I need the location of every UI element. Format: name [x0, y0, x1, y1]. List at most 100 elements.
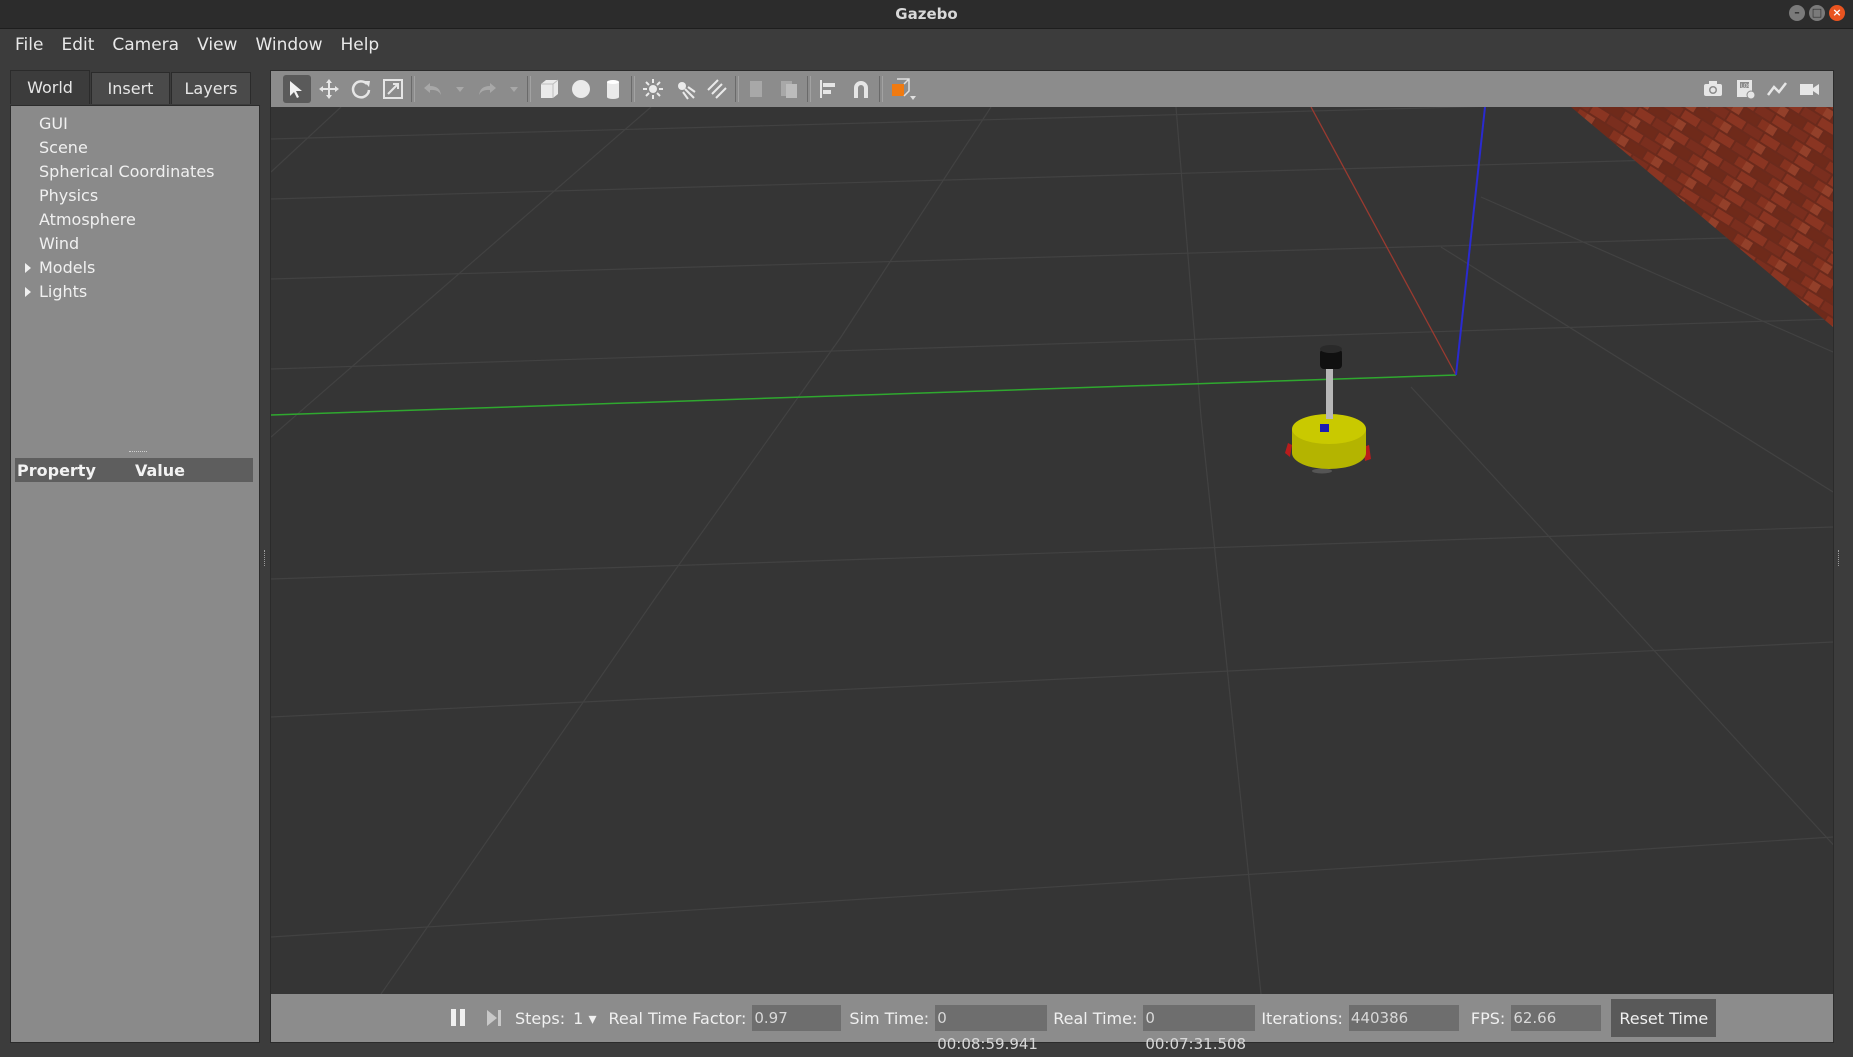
toolbar-separator [807, 76, 811, 102]
3d-viewport[interactable] [271, 107, 1833, 994]
world-panel: GUI Scene Spherical Coordinates Physics … [10, 105, 260, 1043]
window-controls: – □ × [1789, 5, 1845, 21]
sim-time-field: 0 00:08:59.941 [935, 1005, 1048, 1053]
point-light-icon[interactable] [639, 75, 667, 103]
iterations-field: 440386 [1348, 1005, 1459, 1031]
render-frame: LOG Steps: 1 ▾ Real Time Factor: 0.97 Si… [270, 70, 1834, 1053]
sim-time-label: Sim Time: [849, 1008, 930, 1028]
world-tree: GUI Scene Spherical Coordinates Physics … [11, 112, 259, 304]
paste-icon[interactable] [775, 75, 803, 103]
fps-field: 62.66 [1511, 1005, 1602, 1031]
directional-light-icon[interactable] [703, 75, 731, 103]
left-panel: World Insert Layers GUI Scene Spherical … [10, 70, 260, 1043]
steps-value: 1 [573, 1008, 584, 1028]
redo-history-icon[interactable] [505, 75, 523, 103]
menu-file[interactable]: File [6, 35, 52, 55]
title-bar: Gazebo – □ × [0, 0, 1853, 29]
tree-item-label: GUI [39, 114, 68, 133]
maximize-icon[interactable]: □ [1809, 5, 1825, 21]
toolbar-separator [631, 76, 635, 102]
log-data-icon[interactable]: LOG [1731, 75, 1759, 103]
pause-icon [451, 1009, 456, 1026]
tree-item-spherical-coordinates[interactable]: Spherical Coordinates [11, 160, 259, 184]
spot-light-icon[interactable] [671, 75, 699, 103]
ground-plane [271, 107, 1833, 994]
view-angle-icon[interactable] [887, 75, 921, 103]
rtf-label: Real Time Factor: [608, 1008, 747, 1028]
tab-layers[interactable]: Layers [171, 72, 251, 104]
menu-view[interactable]: View [188, 35, 246, 55]
steps-selector[interactable]: 1 ▾ [573, 1009, 596, 1028]
menu-window[interactable]: Window [246, 35, 331, 55]
toolbar-separator [879, 76, 883, 102]
panel-tabs: World Insert Layers [10, 70, 260, 104]
scene-canvas[interactable] [271, 107, 1833, 994]
step-button[interactable] [487, 1009, 503, 1027]
step-icon-bar [498, 1010, 501, 1026]
expand-arrow-icon[interactable] [25, 287, 31, 297]
window-title: Gazebo [895, 5, 958, 23]
tree-item-label: Lights [39, 282, 88, 301]
time-panel: Steps: 1 ▾ Real Time Factor: 0.97 Sim Ti… [271, 994, 1833, 1053]
undo-history-icon[interactable] [451, 75, 469, 103]
property-column-header[interactable]: Property [15, 461, 135, 480]
tree-item-physics[interactable]: Physics [11, 184, 259, 208]
tree-item-label: Spherical Coordinates [39, 162, 215, 181]
tree-item-label: Wind [39, 234, 80, 253]
tree-item-label: Scene [39, 138, 88, 157]
cylinder-shape-icon[interactable] [599, 75, 627, 103]
tree-item-lights[interactable]: Lights [11, 280, 259, 304]
tree-item-label: Models [39, 258, 96, 277]
pause-icon [460, 1009, 465, 1026]
chevron-down-icon: ▾ [588, 1008, 597, 1028]
toolbar: LOG [271, 71, 1833, 107]
tree-item-scene[interactable]: Scene [11, 136, 259, 160]
menu-help[interactable]: Help [331, 35, 388, 55]
minimize-icon[interactable]: – [1789, 5, 1805, 21]
real-time-field: 0 00:07:31.508 [1143, 1005, 1256, 1053]
splitter-handle[interactable] [129, 451, 147, 455]
reset-time-button[interactable]: Reset Time [1611, 999, 1717, 1037]
svg-text:LOG: LOG [1741, 84, 1752, 90]
tab-world[interactable]: World [10, 70, 90, 104]
toolbar-separator [527, 76, 531, 102]
tree-item-label: Atmosphere [39, 210, 136, 229]
sphere-shape-icon[interactable] [567, 75, 595, 103]
align-icon[interactable] [815, 75, 843, 103]
menu-bar: File Edit Camera View Window Help [0, 29, 1853, 61]
fps-label: FPS: [1470, 1008, 1506, 1028]
tree-item-models[interactable]: Models [11, 256, 259, 280]
undo-icon[interactable] [419, 75, 447, 103]
select-mode-icon[interactable] [283, 75, 311, 103]
menu-camera[interactable]: Camera [103, 35, 188, 55]
box-shape-icon[interactable] [535, 75, 563, 103]
rotate-mode-icon[interactable] [347, 75, 375, 103]
close-icon[interactable]: × [1829, 5, 1845, 21]
screenshot-icon[interactable] [1699, 75, 1727, 103]
redo-icon[interactable] [473, 75, 501, 103]
iterations-label: Iterations: [1261, 1008, 1343, 1028]
plot-icon[interactable] [1763, 75, 1791, 103]
snap-icon[interactable] [847, 75, 875, 103]
left-splitter-handle[interactable] [264, 550, 269, 566]
toolbar-separator [735, 76, 739, 102]
record-video-icon[interactable] [1795, 75, 1823, 103]
tree-item-wind[interactable]: Wind [11, 232, 259, 256]
scale-mode-icon[interactable] [379, 75, 407, 103]
tree-item-atmosphere[interactable]: Atmosphere [11, 208, 259, 232]
right-splitter-handle[interactable] [1838, 550, 1843, 566]
copy-icon[interactable] [743, 75, 771, 103]
menu-edit[interactable]: Edit [52, 35, 103, 55]
expand-arrow-icon[interactable] [25, 263, 31, 273]
step-icon [487, 1010, 497, 1026]
tab-insert[interactable]: Insert [91, 72, 170, 104]
toolbar-separator [411, 76, 415, 102]
value-column-header[interactable]: Value [135, 461, 185, 480]
tree-item-label: Physics [39, 186, 99, 205]
steps-label: Steps: [515, 1008, 566, 1028]
property-table-header: Property Value [15, 458, 253, 482]
translate-mode-icon[interactable] [315, 75, 343, 103]
real-time-label: Real Time: [1053, 1008, 1138, 1028]
tree-item-gui[interactable]: GUI [11, 112, 259, 136]
pause-button[interactable] [451, 1009, 469, 1027]
